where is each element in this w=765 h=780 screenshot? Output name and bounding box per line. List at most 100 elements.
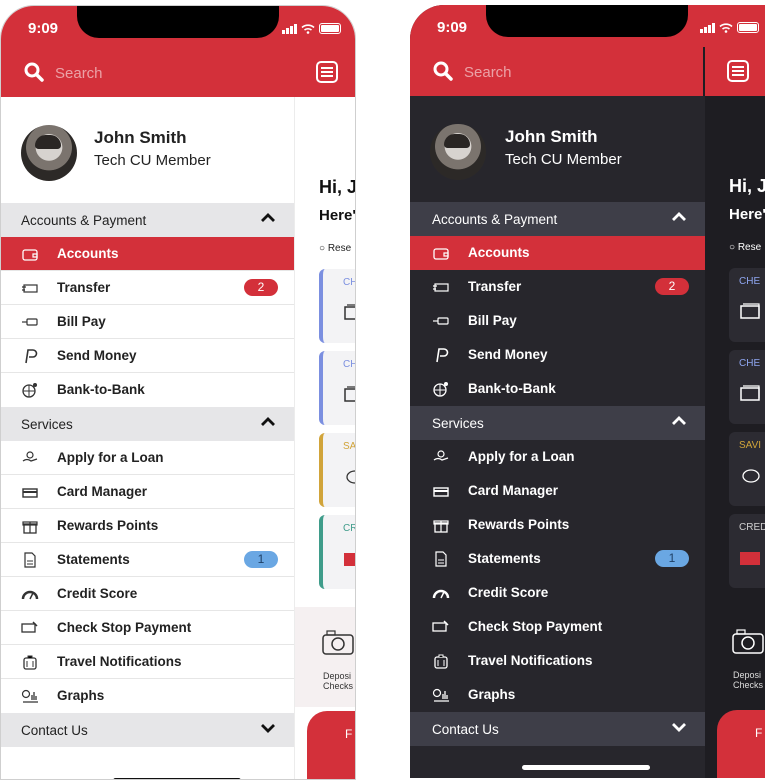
menu-item-travel[interactable]: Travel Notifications — [410, 644, 705, 678]
globe-icon — [433, 382, 448, 397]
menu-item-accounts[interactable]: Accounts — [410, 236, 705, 270]
account-card[interactable]: CHE — [729, 268, 765, 342]
avatar — [21, 125, 77, 181]
menu-item-send-money[interactable]: Send Money — [1, 339, 294, 373]
chevron-up-icon[interactable] — [671, 212, 687, 222]
phone-light-theme: 9:09 Hi, J Here' ○ Rese CHE CHE SAVI CRE… — [0, 5, 356, 780]
credit-card-icon — [740, 552, 760, 565]
deposit-label: Deposi — [323, 671, 352, 681]
menu-item-graphs[interactable]: Graphs — [410, 678, 705, 712]
deposit-label: Deposi — [733, 670, 762, 680]
menu-item-travel[interactable]: Travel Notifications — [1, 645, 294, 679]
home-indicator[interactable] — [522, 765, 650, 770]
check-stop-icon — [432, 620, 449, 632]
search-icon[interactable] — [23, 61, 45, 83]
wifi-icon — [301, 23, 315, 34]
document-icon — [435, 551, 447, 567]
section-contact-us[interactable]: Contact Us — [410, 712, 705, 746]
transfer-money-icon — [22, 284, 38, 293]
luggage-icon — [434, 654, 448, 669]
account-card[interactable]: CRED — [729, 514, 765, 588]
account-card[interactable]: SAVI — [729, 432, 765, 506]
camera-icon — [322, 630, 354, 655]
chevron-down-icon[interactable] — [260, 723, 276, 733]
menu-item-card-manager[interactable]: Card Manager — [410, 474, 705, 508]
menu-item-apply-loan[interactable]: Apply for a Loan — [410, 440, 705, 474]
menu-item-graphs[interactable]: Graphs — [1, 679, 294, 713]
section-accounts-payment[interactable]: Accounts & Payment — [1, 203, 294, 237]
system-icons — [700, 22, 759, 33]
menu-item-statements[interactable]: Statements 1 — [410, 542, 705, 576]
menu-item-bank-to-bank[interactable]: Bank-to-Bank — [1, 373, 294, 407]
account-card[interactable]: SAVI — [319, 433, 355, 507]
cash-icon — [344, 386, 355, 402]
section-accounts-payment[interactable]: Accounts & Payment — [410, 202, 705, 236]
section-contact-us[interactable]: Contact Us — [1, 713, 294, 747]
section-services[interactable]: Services — [1, 407, 294, 441]
profile-role: Tech CU Member — [505, 151, 622, 168]
reset-link[interactable]: ○ Rese — [319, 243, 351, 254]
search-bar — [410, 47, 703, 96]
chevron-up-icon[interactable] — [671, 416, 687, 426]
wifi-icon — [719, 22, 733, 33]
profile-header[interactable]: John Smith Tech CU Member — [1, 97, 294, 203]
menu-item-apply-loan[interactable]: Apply for a Loan — [1, 441, 294, 475]
chevron-down-icon[interactable] — [671, 722, 687, 732]
profile-header[interactable]: John Smith Tech CU Member — [410, 96, 705, 202]
deposit-label-2: Checks — [323, 681, 354, 691]
greeting-subtitle: Here' — [729, 206, 765, 223]
menu-item-check-stop[interactable]: Check Stop Payment — [410, 610, 705, 644]
piggy-bank-icon — [742, 469, 760, 483]
menu-item-send-money[interactable]: Send Money — [410, 338, 705, 372]
status-bar: 9:09 — [410, 5, 765, 47]
menu-item-transfer[interactable]: Transfer 2 — [410, 270, 705, 304]
side-drawer: John Smith Tech CU Member Accounts & Pay… — [1, 97, 294, 779]
graph-icon — [432, 688, 449, 702]
menu-item-bank-to-bank[interactable]: Bank-to-Bank — [410, 372, 705, 406]
wallet-icon — [433, 248, 449, 260]
hamburger-menu-icon[interactable] — [316, 61, 338, 83]
status-bar: 9:09 — [1, 6, 355, 48]
reset-link[interactable]: ○ Rese — [729, 242, 761, 253]
card-icon — [22, 488, 38, 498]
hand-coin-icon — [433, 450, 449, 461]
hamburger-menu-icon[interactable] — [727, 60, 749, 82]
notch — [77, 6, 279, 38]
account-card[interactable]: CHE — [729, 350, 765, 424]
floating-action-button[interactable]: F — [717, 710, 765, 778]
search-icon[interactable] — [432, 60, 454, 82]
account-card[interactable]: CRED — [319, 515, 355, 589]
statements-badge: 1 — [655, 550, 689, 567]
menu-item-credit-score[interactable]: Credit Score — [1, 577, 294, 611]
greeting: Hi, J — [729, 176, 765, 196]
section-services[interactable]: Services — [410, 406, 705, 440]
deposit-checks-tile[interactable]: Deposi Checks — [705, 606, 765, 706]
document-icon — [24, 552, 36, 568]
menu-item-rewards[interactable]: Rewards Points — [410, 508, 705, 542]
deposit-checks-tile[interactable]: Deposi Checks — [295, 607, 355, 707]
search-input[interactable] — [53, 61, 277, 85]
menu-item-accounts[interactable]: Accounts — [1, 237, 294, 271]
hand-coin-icon — [22, 451, 38, 462]
globe-icon — [22, 383, 37, 398]
menu-item-credit-score[interactable]: Credit Score — [410, 576, 705, 610]
menu-item-transfer[interactable]: Transfer 2 — [1, 271, 294, 305]
greeting-subtitle: Here' — [319, 207, 355, 224]
menu-item-bill-pay[interactable]: Bill Pay — [1, 305, 294, 339]
cash-icon — [740, 385, 760, 401]
menu-item-rewards[interactable]: Rewards Points — [1, 509, 294, 543]
floating-action-button[interactable]: F — [307, 711, 355, 779]
account-card[interactable]: CHE — [319, 269, 355, 343]
menu-item-check-stop[interactable]: Check Stop Payment — [1, 611, 294, 645]
chevron-up-icon[interactable] — [260, 417, 276, 427]
menu-item-card-manager[interactable]: Card Manager — [1, 475, 294, 509]
transfer-badge: 2 — [244, 279, 278, 296]
side-drawer: John Smith Tech CU Member Accounts & Pay… — [410, 96, 705, 778]
menu-item-bill-pay[interactable]: Bill Pay — [410, 304, 705, 338]
greeting: Hi, J — [319, 177, 355, 197]
menu-item-statements[interactable]: Statements 1 — [1, 543, 294, 577]
account-card[interactable]: CHE — [319, 351, 355, 425]
battery-icon — [737, 22, 759, 33]
chevron-up-icon[interactable] — [260, 213, 276, 223]
search-input[interactable] — [462, 60, 686, 84]
